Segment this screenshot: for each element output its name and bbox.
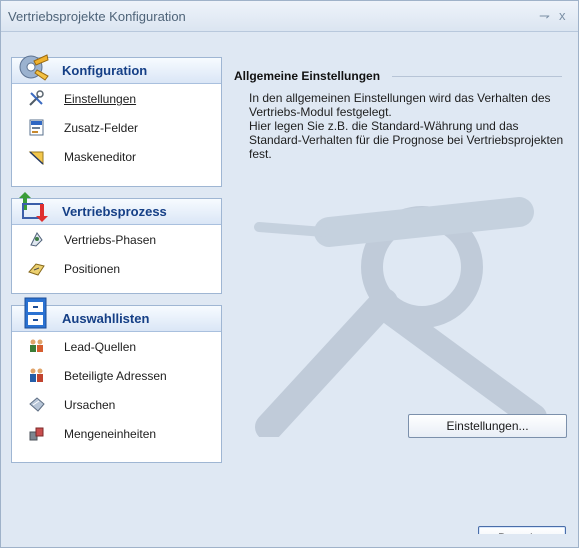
sidebar-item-label: Positionen <box>64 262 121 276</box>
sidebar-item-label: Ursachen <box>64 398 116 412</box>
group-header[interactable]: Vertriebsprozess <box>12 192 221 225</box>
sidebar-item-label: Vertriebs-Phasen <box>64 233 157 247</box>
sidebar-item-label: Mengeneinheiten <box>64 427 157 441</box>
pin-icon[interactable]: ⇁ <box>539 8 550 24</box>
group-header[interactable]: Auswahllisten <box>12 297 221 332</box>
window-title: Vertriebsprojekte Konfiguration <box>8 9 186 24</box>
sidebar-item-positionen[interactable]: Positionen <box>12 254 221 283</box>
sidebar-item-ursachen[interactable]: Ursachen <box>12 390 221 419</box>
close-button[interactable]: Beenden <box>478 526 566 534</box>
section-title: Allgemeine Einstellungen <box>234 69 381 83</box>
group-konfiguration: Konfiguration Einstellungen Zusatz-Felde… <box>11 54 222 187</box>
gear-icon <box>19 54 49 81</box>
tools-icon <box>29 90 44 106</box>
settings-button[interactable]: Einstellungen... <box>408 414 567 438</box>
section-divider <box>392 76 562 77</box>
group-header[interactable]: Konfiguration <box>12 54 221 84</box>
sidebar-item-zusatz-felder[interactable]: Zusatz-Felder <box>12 113 221 142</box>
group-title-konfiguration: Konfiguration <box>62 63 148 78</box>
content-panel: Allgemeine Einstellungen In den allgemei… <box>224 57 572 534</box>
group-title-auswahllisten: Auswahllisten <box>62 311 150 326</box>
sidebar-item-label: Einstellungen <box>64 92 137 106</box>
config-window: Vertriebsprojekte Konfiguration ⇁ x Konf… <box>0 0 579 548</box>
sidebar-item-label: Beteiligte Adressen <box>64 369 167 383</box>
section-description: In den allgemeinen Einstellungen wird da… <box>249 91 564 161</box>
group-vertriebsprozess: Vertriebsprozess Vertriebs-Phasen Positi… <box>11 192 222 294</box>
boxes-icon <box>29 427 44 441</box>
sidebar-item-vertriebs-phasen[interactable]: Vertriebs-Phasen <box>12 225 221 254</box>
sidebar-item-maskeneditor[interactable]: Maskeneditor <box>12 142 221 171</box>
title-bar: Vertriebsprojekte Konfiguration ⇁ x <box>1 1 578 32</box>
wrench-screwdriver-icon <box>254 197 547 437</box>
sidebar-item-beteiligte-adressen[interactable]: Beteiligte Adressen <box>12 361 221 390</box>
sidebar-item-einstellungen[interactable]: Einstellungen <box>12 84 221 113</box>
sidebar-item-label: Maskeneditor <box>64 150 137 164</box>
ruler-icon <box>28 151 44 165</box>
people-icon <box>30 339 43 352</box>
sidebar: Konfiguration Einstellungen Zusatz-Felde… <box>11 54 222 534</box>
hand-icon <box>29 397 45 412</box>
sidebar-item-label: Zusatz-Felder <box>64 121 139 135</box>
group-title-vertriebsprozess: Vertriebsprozess <box>62 204 167 219</box>
group-auswahllisten: Auswahllisten Lead-Quellen Beteiligte Ad… <box>11 297 222 463</box>
sidebar-item-lead-quellen[interactable]: Lead-Quellen <box>12 332 221 361</box>
arrows-icon <box>19 192 48 222</box>
cabinet-icon <box>24 297 47 329</box>
phases-icon <box>30 232 43 247</box>
sidebar-item-label: Lead-Quellen <box>64 340 137 354</box>
close-icon[interactable]: x <box>559 8 566 23</box>
sidebar-item-mengeneinheiten[interactable]: Mengeneinheiten <box>12 419 221 448</box>
contacts-icon <box>30 368 43 382</box>
form-icon <box>29 119 44 136</box>
positions-icon <box>28 263 45 276</box>
